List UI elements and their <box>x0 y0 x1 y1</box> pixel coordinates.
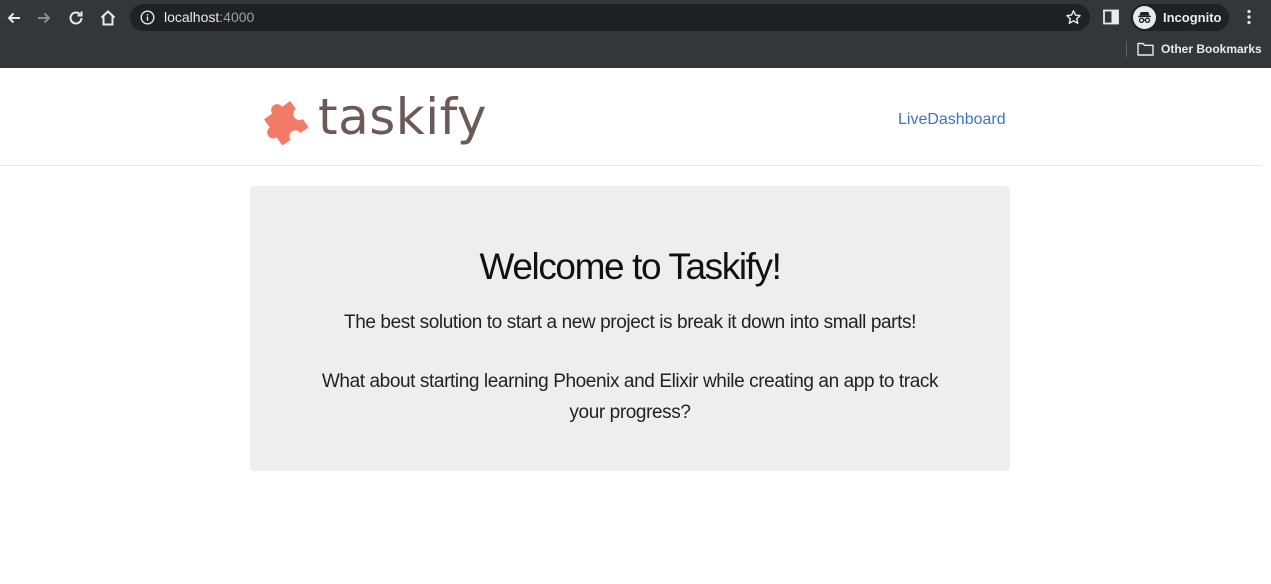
address-bar[interactable]: localhost:4000 <box>130 4 1090 31</box>
welcome-title: Welcome to Taskify! <box>479 246 781 287</box>
arrow-left-icon <box>7 12 20 24</box>
brand-wordmark: taskify <box>318 88 487 146</box>
bookmarks-separator <box>1126 41 1127 57</box>
forward-button[interactable] <box>32 6 56 30</box>
reload-icon <box>69 11 83 25</box>
profile-label: Incognito <box>1163 10 1222 25</box>
incognito-icon <box>1133 6 1156 29</box>
arrow-right-icon <box>38 12 51 24</box>
info-icon[interactable] <box>140 10 155 25</box>
side-panel-icon[interactable] <box>1102 8 1120 26</box>
reload-button[interactable] <box>64 6 88 30</box>
incognito-profile-button[interactable]: Incognito <box>1131 4 1229 31</box>
url-text: localhost:4000 <box>164 9 254 25</box>
bookmarks-bar: Other Bookmarks <box>0 35 1271 68</box>
browser-chrome: localhost:4000 Incognito Other Bookmarks <box>0 0 1271 68</box>
other-bookmarks-folder[interactable]: Other Bookmarks <box>1137 40 1262 58</box>
live-dashboard-link[interactable]: LiveDashboard <box>898 111 1006 129</box>
folder-icon <box>1137 42 1154 56</box>
star-icon[interactable] <box>1065 9 1082 26</box>
page-content: taskify LiveDashboard Welcome to Taskify… <box>0 68 1271 584</box>
more-vertical-icon[interactable] <box>1240 8 1258 26</box>
site-header: taskify LiveDashboard <box>0 68 1261 166</box>
puzzle-piece-icon <box>264 100 309 146</box>
home-icon <box>100 10 116 26</box>
home-button[interactable] <box>96 6 120 30</box>
site-logo[interactable]: taskify <box>258 88 487 146</box>
url-port: :4000 <box>219 9 255 25</box>
back-button[interactable] <box>2 6 26 30</box>
browser-toolbar: localhost:4000 Incognito <box>0 0 1271 35</box>
bookmark-folder-label: Other Bookmarks <box>1161 42 1262 56</box>
welcome-lead: The best solution to start a new project… <box>344 312 916 333</box>
welcome-text: What about starting learning Phoenix and… <box>321 371 939 423</box>
url-host: localhost <box>164 9 220 25</box>
welcome-jumbotron: Welcome to Taskify! The best solution to… <box>250 186 1010 471</box>
